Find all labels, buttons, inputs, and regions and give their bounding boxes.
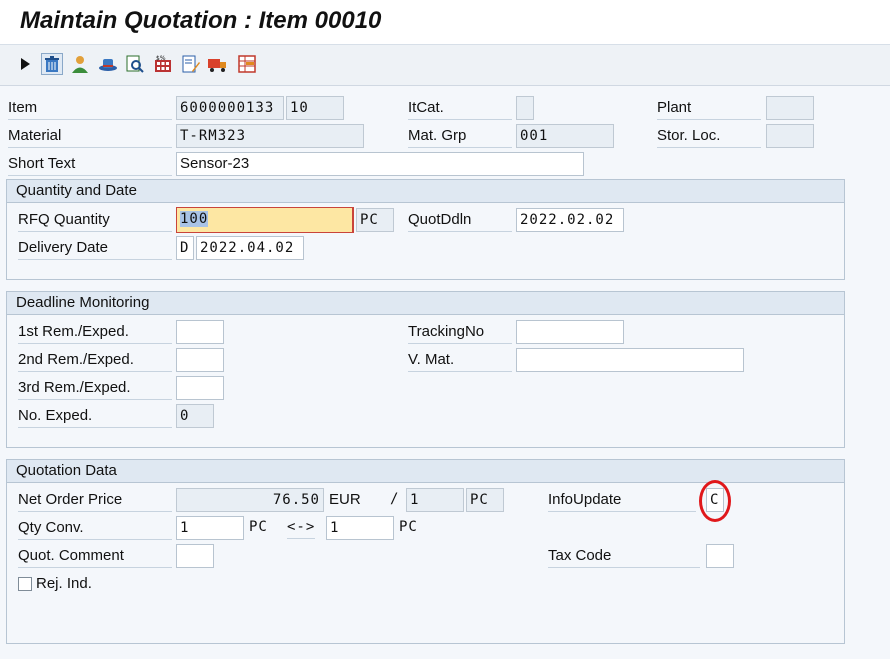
tax-code-label: Tax Code xyxy=(548,545,700,568)
infoupdate-label: InfoUpdate xyxy=(548,489,696,512)
storloc-label: Stor. Loc. xyxy=(657,125,761,148)
matgrp-field[interactable]: 001 xyxy=(516,124,614,148)
hat-icon[interactable] xyxy=(97,53,119,75)
order-price-unit-field[interactable]: PC xyxy=(466,488,504,512)
delivery-date-type-field[interactable]: D xyxy=(176,236,194,260)
tax-code-field[interactable] xyxy=(706,544,734,568)
per-separator: / xyxy=(390,491,400,507)
rfq-quantity-field[interactable]: 100 xyxy=(176,207,354,233)
qty-conv-left-field[interactable]: 1 xyxy=(176,516,244,540)
storloc-field[interactable] xyxy=(766,124,814,148)
itcat-field[interactable] xyxy=(516,96,534,120)
rem2-field[interactable] xyxy=(176,348,224,372)
title-bar: Maintain Quotation : Item 00010 xyxy=(0,0,890,45)
person-icon[interactable] xyxy=(69,53,91,75)
matgrp-label: Mat. Grp xyxy=(408,125,512,148)
rfq-quantity-label: RFQ Quantity xyxy=(18,209,172,232)
no-exped-field[interactable]: 0 xyxy=(176,404,214,428)
trackingno-field[interactable] xyxy=(516,320,624,344)
delivery-date-label: Delivery Date xyxy=(18,237,172,260)
deadline-monitoring-title: Deadline Monitoring xyxy=(7,292,844,315)
application-toolbar: $% xyxy=(0,45,890,86)
plant-field[interactable] xyxy=(766,96,814,120)
quantity-date-title: Quantity and Date xyxy=(7,180,844,203)
qty-conv-right-field[interactable]: 1 xyxy=(326,516,394,540)
rem3-label: 3rd Rem./Exped. xyxy=(18,377,172,400)
quotddln-label: QuotDdln xyxy=(408,209,512,232)
rfq-unit-field[interactable]: PC xyxy=(356,208,394,232)
quotation-data-title: Quotation Data xyxy=(7,460,844,483)
quot-comment-field[interactable] xyxy=(176,544,214,568)
truck-icon[interactable] xyxy=(207,53,229,75)
qty-conv-arrow: <-> xyxy=(287,516,316,539)
quot-comment-label: Quot. Comment xyxy=(18,545,172,568)
qty-conv-right-unit: PC xyxy=(399,519,418,535)
vmat-field[interactable] xyxy=(516,348,744,372)
delivery-date-field[interactable]: 2022.04.02 xyxy=(196,236,304,260)
qty-conv-left-unit: PC xyxy=(249,519,268,535)
plant-label: Plant xyxy=(657,97,761,120)
shorttext-label: Short Text xyxy=(8,153,172,176)
price-unit-field[interactable]: 1 xyxy=(406,488,464,512)
item-number-field[interactable]: 6000000133 xyxy=(176,96,284,120)
item-label: Item xyxy=(8,97,172,120)
net-order-price-label: Net Order Price xyxy=(18,489,172,512)
rfq-quantity-value: 100 xyxy=(180,211,209,227)
quotddln-field[interactable]: 2022.02.02 xyxy=(516,208,624,232)
play-icon[interactable] xyxy=(14,53,36,75)
vmat-label: V. Mat. xyxy=(408,349,512,372)
rem1-field[interactable] xyxy=(176,320,224,344)
trash-icon[interactable] xyxy=(41,53,63,75)
rej-ind-label: Rej. Ind. xyxy=(36,575,92,592)
svg-text:$%: $% xyxy=(156,55,166,62)
material-label: Material xyxy=(8,125,172,148)
page-title: Maintain Quotation : Item 00010 xyxy=(20,7,382,34)
rej-ind-checkbox[interactable] xyxy=(18,577,32,591)
zoom-doc-icon[interactable] xyxy=(124,53,146,75)
rem3-field[interactable] xyxy=(176,376,224,400)
currency-label: EUR xyxy=(329,491,361,508)
net-order-price-field[interactable]: 76.50 xyxy=(176,488,324,512)
table-icon[interactable] xyxy=(236,53,258,75)
rem1-label: 1st Rem./Exped. xyxy=(18,321,172,344)
calculator-icon[interactable]: $% xyxy=(152,53,174,75)
trackingno-label: TrackingNo xyxy=(408,321,512,344)
material-field[interactable]: T-RM323 xyxy=(176,124,364,148)
qty-conv-label: Qty Conv. xyxy=(18,517,172,540)
item-position-field[interactable]: 10 xyxy=(286,96,344,120)
infoupdate-field[interactable]: C xyxy=(706,488,724,512)
rem2-label: 2nd Rem./Exped. xyxy=(18,349,172,372)
no-exped-label: No. Exped. xyxy=(18,405,172,428)
shorttext-field[interactable]: Sensor-23 xyxy=(176,152,584,176)
edit-doc-icon[interactable] xyxy=(180,53,202,75)
itcat-label: ItCat. xyxy=(408,97,512,120)
